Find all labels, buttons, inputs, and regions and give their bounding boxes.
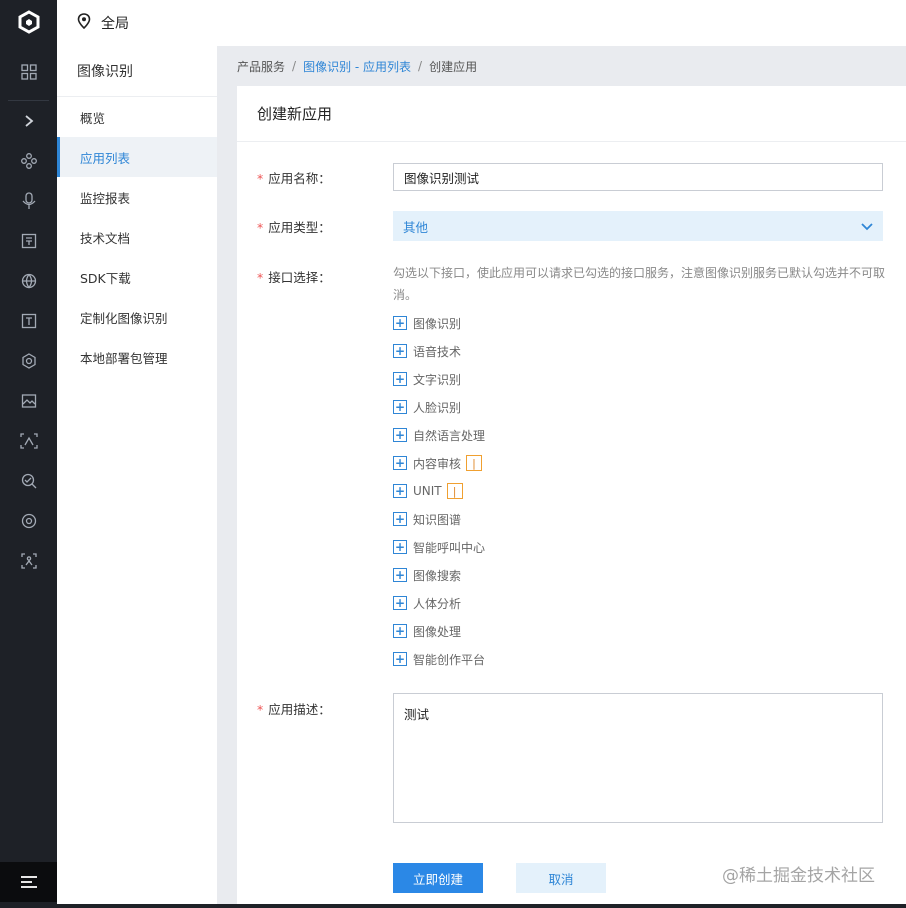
expand-plus-icon[interactable]: + <box>393 596 407 610</box>
service-name: 文字识别 <box>413 372 462 387</box>
service-item[interactable]: + 语音技术 <box>393 341 793 361</box>
logo-icon[interactable] <box>0 0 57 44</box>
expand-plus-icon[interactable]: + <box>393 344 407 358</box>
app-type-value: 其他 <box>403 219 429 235</box>
service-name: 图像搜索 <box>413 568 462 583</box>
breadcrumb-current: 创建应用 <box>429 59 478 74</box>
sidebar-item-local-deploy[interactable]: 本地部署包管理 <box>57 337 217 377</box>
app-type-label: * 应用类型： <box>257 217 331 236</box>
expand-plus-icon[interactable]: + <box>393 456 407 470</box>
bottom-edge <box>0 904 906 908</box>
api-select-label-text: 接口选择： <box>268 270 331 285</box>
expand-plus-icon[interactable]: + <box>393 484 407 498</box>
expand-plus-icon[interactable]: + <box>393 568 407 582</box>
image-icon[interactable] <box>0 381 57 421</box>
service-name: 内容审核 <box>413 456 462 471</box>
sidebar-item-custom-image-recognition[interactable]: 定制化图像识别 <box>57 297 217 337</box>
app-name-label-text: 应用名称： <box>268 171 331 186</box>
app-desc-label: * 应用描述： <box>257 699 331 718</box>
sidebar-item-tech-docs[interactable]: 技术文档 <box>57 217 217 257</box>
icon-rail <box>0 0 57 908</box>
required-mark: * <box>257 702 264 717</box>
breadcrumb-app-list-link[interactable]: 图像识别 - 应用列表 <box>303 58 411 75</box>
info-badge[interactable]: | <box>446 483 463 499</box>
text-t-icon[interactable] <box>0 301 57 341</box>
service-item[interactable]: + 图像搜索 <box>393 565 793 585</box>
mic-icon[interactable] <box>0 181 57 221</box>
app-name-input[interactable]: 图像识别测试 <box>393 163 883 191</box>
expand-plus-icon[interactable]: + <box>393 372 407 386</box>
api-hint: 勾选以下接口，使此应用可以请求已勾选的接口服务，注意图像识别服务已默认勾选并不可… <box>393 266 886 302</box>
product-sidebar: 图像识别 概览 应用列表 监控报表 技术文档 SDK下载 定制化图像识别 本地部… <box>57 46 217 904</box>
grid-icon[interactable] <box>0 52 57 92</box>
service-name: 图像识别 <box>413 316 462 331</box>
breadcrumb-root[interactable]: 产品服务 <box>237 58 285 75</box>
info-badge[interactable]: | <box>466 455 483 471</box>
service-item[interactable]: + 智能创作平台 <box>393 649 793 669</box>
breadcrumb: 产品服务 / 图像识别 - 应用列表 / 创建应用 <box>237 56 477 76</box>
page-title: 创建新应用 <box>237 86 906 142</box>
required-mark: * <box>257 171 264 186</box>
expand-plus-icon[interactable]: + <box>393 428 407 442</box>
expand-plus-icon[interactable]: + <box>393 316 407 330</box>
service-item[interactable]: + 内容审核 | <box>393 453 793 473</box>
expand-plus-icon[interactable]: + <box>393 624 407 638</box>
api-select-label: * 接口选择： <box>257 267 331 286</box>
cancel-button[interactable]: 取消 <box>516 863 606 893</box>
top-bar: 全局 <box>57 0 906 46</box>
create-button[interactable]: 立即创建 <box>393 863 483 893</box>
breadcrumb-separator: / <box>418 59 423 73</box>
app-type-select[interactable]: 其他 <box>393 211 883 241</box>
service-name: 自然语言处理 <box>413 428 486 443</box>
app-type-label-text: 应用类型： <box>268 220 331 235</box>
service-name: 智能创作平台 <box>413 652 486 667</box>
app-name-label: * 应用名称： <box>257 168 331 187</box>
service-name: 语音技术 <box>413 344 462 359</box>
expand-plus-icon[interactable]: + <box>393 540 407 554</box>
doc-scan-icon[interactable] <box>0 221 57 261</box>
scope-selector[interactable]: 全局 <box>101 13 129 33</box>
service-item[interactable]: + 图像识别 <box>393 313 793 333</box>
sidebar-item-monitoring[interactable]: 监控报表 <box>57 177 217 217</box>
service-item[interactable]: + 文字识别 <box>393 369 793 389</box>
chevron-right-icon[interactable] <box>0 101 57 141</box>
service-name: 人体分析 <box>413 596 462 611</box>
app-desc-label-text: 应用描述： <box>268 702 331 717</box>
service-item[interactable]: + 智能呼叫中心 <box>393 537 793 557</box>
expand-plus-icon[interactable]: + <box>393 512 407 526</box>
sidebar-item-app-list[interactable]: 应用列表 <box>57 137 217 177</box>
service-name: UNIT <box>413 484 442 498</box>
search-eye-icon[interactable] <box>0 461 57 501</box>
body-scan-icon[interactable] <box>0 541 57 581</box>
breadcrumb-separator: / <box>292 59 297 73</box>
menu-icon[interactable] <box>0 862 57 902</box>
expand-plus-icon[interactable]: + <box>393 400 407 414</box>
service-name: 图像处理 <box>413 624 462 639</box>
app-desc-textarea[interactable]: 测试 <box>393 693 883 823</box>
service-item[interactable]: + 自然语言处理 <box>393 425 793 445</box>
service-item[interactable]: + UNIT | <box>393 481 793 501</box>
required-mark: * <box>257 270 264 285</box>
watermark: @稀土掘金技术社区 <box>722 866 875 886</box>
service-name: 人脸识别 <box>413 400 462 415</box>
service-item[interactable]: + 人脸识别 <box>393 397 793 417</box>
hexagon-icon[interactable] <box>0 341 57 381</box>
face-scan-icon[interactable] <box>0 421 57 461</box>
sidebar-item-overview[interactable]: 概览 <box>57 97 217 137</box>
location-pin-icon[interactable] <box>77 13 91 33</box>
face-id-icon[interactable] <box>0 501 57 541</box>
service-name: 智能呼叫中心 <box>413 540 486 555</box>
required-mark: * <box>257 220 264 235</box>
create-app-card: 创建新应用 * 应用名称： 图像识别测试 * 应用类型： 其他 * 接口选择： 勾选以… <box>237 86 906 904</box>
nodes-icon[interactable] <box>0 141 57 181</box>
service-item[interactable]: + 知识图谱 <box>393 509 793 529</box>
sidebar-title: 图像识别 <box>57 46 217 97</box>
service-name: 知识图谱 <box>413 512 462 527</box>
sidebar-item-sdk-download[interactable]: SDK下载 <box>57 257 217 297</box>
globe-icon[interactable] <box>0 261 57 301</box>
service-item[interactable]: + 图像处理 <box>393 621 793 641</box>
expand-plus-icon[interactable]: + <box>393 652 407 666</box>
service-item[interactable]: + 人体分析 <box>393 593 793 613</box>
chevron-down-icon <box>861 219 873 234</box>
